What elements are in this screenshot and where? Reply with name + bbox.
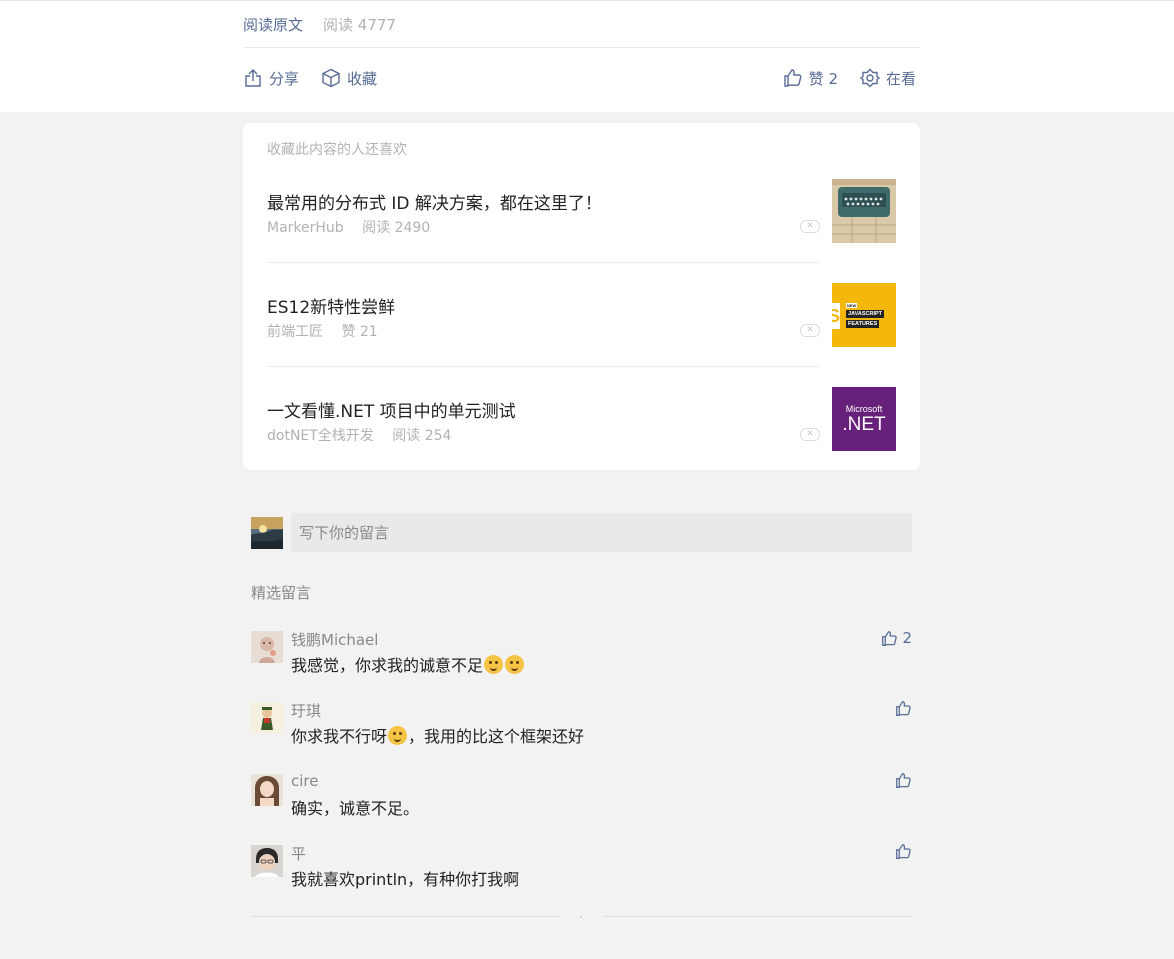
recommend-item[interactable]: ES12新特性尝鲜 前端工匠 赞 21 ✕ S NEW JAVASCRIPT F… — [267, 263, 896, 367]
collect-button[interactable]: 收藏 — [321, 68, 377, 89]
comment-author[interactable]: cire — [291, 772, 318, 790]
read-original-link[interactable]: 阅读原文 — [243, 14, 303, 35]
thumbs-up-icon — [896, 773, 911, 788]
share-label: 分享 — [269, 69, 300, 88]
end-divider-right — [603, 916, 912, 917]
comment-compose — [251, 513, 912, 552]
avatar[interactable] — [251, 845, 283, 877]
recommend-item-stat: 阅读 254 — [392, 428, 452, 444]
recommend-item[interactable]: 最常用的分布式 ID 解决方案，都在这里了！ MarkerHub 阅读 2490… — [267, 159, 896, 263]
laughing-tears-emoji-icon — [388, 726, 408, 745]
share-button[interactable]: 分享 — [243, 68, 299, 89]
like-label: 赞 2 — [808, 69, 838, 88]
comment-text: 我感觉，你求我的诚意不足 — [291, 652, 525, 676]
avatar[interactable] — [251, 702, 283, 734]
comment-text: 你求我不行呀 ，我用的比这个框架还好 — [291, 726, 585, 746]
comment-item: 钱鹏Michael 我感觉，你求我的诚意不足 2 — [251, 629, 912, 689]
comment-input[interactable] — [291, 513, 912, 552]
thumbs-up-icon — [896, 844, 911, 859]
end-divider-left — [251, 916, 560, 917]
recommend-title: 收藏此内容的人还喜欢 — [267, 142, 407, 158]
recommend-card: 收藏此内容的人还喜欢 最常用的分布式 ID 解决方案，都在这里了！ Marker… — [243, 123, 920, 470]
comment-like-button[interactable]: 2 — [881, 629, 912, 647]
share-icon — [245, 69, 261, 87]
action-bar: 分享 收藏 赞 2 在看 — [243, 48, 920, 108]
watching-button[interactable]: 在看 — [859, 68, 916, 89]
recommend-item-source: dotNET全栈开发 — [267, 428, 374, 444]
comment-item: 玗琪 你求我不行呀 ，我用的比这个框架还好 — [251, 700, 912, 760]
watching-label: 在看 — [885, 69, 916, 88]
recommend-item-meta: dotNET全栈开发 阅读 254 — [267, 425, 451, 445]
flower-icon — [859, 68, 880, 88]
avatar — [251, 517, 283, 549]
thumbnail-js: S NEW JAVASCRIPT FEATURES — [832, 283, 896, 347]
collect-label: 收藏 — [347, 69, 378, 88]
thumbs-up-icon — [896, 701, 911, 716]
recommend-item-stat: 阅读 2490 — [362, 220, 431, 236]
cube-icon — [322, 68, 340, 88]
comment-like-count: 2 — [902, 629, 912, 647]
recommend-item-title: ES12新特性尝鲜 — [267, 298, 396, 318]
article-footer: 阅读原文 阅读 4777 分享 收藏 赞 2 在看 — [0, 0, 1174, 112]
like-button[interactable]: 赞 2 — [783, 68, 838, 89]
recommend-item-title: 一文看懂.NET 项目中的单元测试 — [267, 402, 516, 422]
thumbnail-typewriter — [832, 179, 896, 243]
dismiss-icon[interactable]: ✕ — [800, 324, 820, 337]
recommend-item[interactable]: 一文看懂.NET 项目中的单元测试 dotNET全栈开发 阅读 254 ✕ Mi… — [267, 367, 896, 471]
comment-text: 我就喜欢println，有种你打我啊 — [291, 870, 520, 889]
thumbs-up-icon — [882, 630, 898, 646]
comment-author[interactable]: 钱鹏Michael — [291, 629, 378, 650]
dismiss-icon[interactable]: ✕ — [800, 428, 820, 441]
end-dot — [580, 916, 582, 918]
article-meta: 阅读原文 阅读 4777 — [243, 1, 920, 48]
comment-like-button[interactable] — [895, 843, 912, 860]
recommend-item-source: 前端工匠 — [267, 324, 323, 340]
avatar[interactable] — [251, 631, 283, 663]
recommend-item-meta: 前端工匠 赞 21 — [267, 321, 378, 341]
dizzy-emoji-icon — [505, 655, 525, 674]
comment-author[interactable]: 平 — [291, 843, 306, 864]
comment-author[interactable]: 玗琪 — [291, 700, 321, 721]
featured-comments-label: 精选留言 — [251, 584, 312, 602]
recommend-item-meta: MarkerHub 阅读 2490 — [267, 217, 430, 237]
dismiss-icon[interactable]: ✕ — [800, 220, 820, 233]
comment-like-button[interactable] — [895, 772, 912, 789]
avatar[interactable] — [251, 774, 283, 806]
read-count: 阅读 4777 — [323, 15, 396, 34]
comment-text: 确实，诚意不足。 — [291, 799, 420, 818]
comment-item: 平 我就喜欢println，有种你打我啊 — [251, 843, 912, 903]
comment-item: cire 确实，诚意不足。 — [251, 772, 912, 832]
recommend-item-title: 最常用的分布式 ID 解决方案，都在这里了！ — [267, 194, 602, 214]
dizzy-emoji-icon — [484, 655, 504, 674]
comment-like-button[interactable] — [895, 700, 912, 717]
recommend-item-stat: 赞 21 — [341, 324, 378, 340]
thumbs-up-icon — [783, 69, 802, 87]
recommend-item-source: MarkerHub — [267, 220, 344, 236]
thumbnail-dotnet: Microsoft .NET — [832, 387, 896, 451]
